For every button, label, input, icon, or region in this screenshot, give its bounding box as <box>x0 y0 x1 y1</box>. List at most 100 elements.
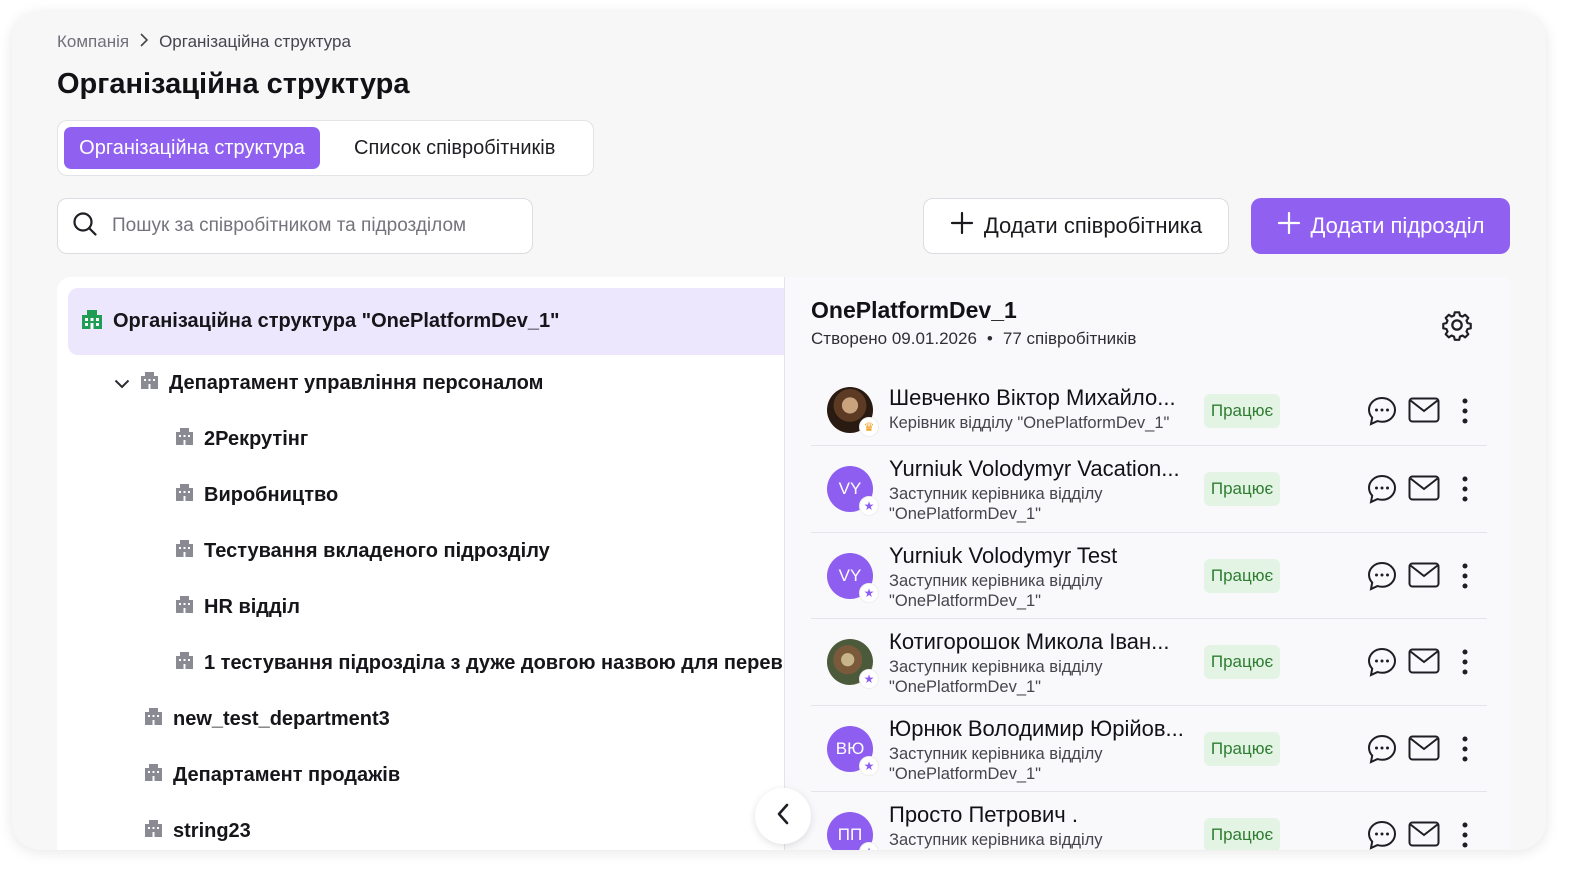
breadcrumb-parent[interactable]: Компанія <box>57 32 129 52</box>
tree-item[interactable]: Департамент управління персоналом <box>114 363 543 403</box>
avatar: ПП ★ <box>827 812 879 850</box>
tree-item-label: Департамент управління персоналом <box>169 371 544 394</box>
tab-employee-list[interactable]: Список співробітників <box>344 127 565 169</box>
more-vertical-icon[interactable] <box>1461 562 1469 595</box>
status-badge: Працює <box>1204 472 1280 506</box>
department-meta: Створено 09.01.2026 • 77 співробітників <box>811 329 1136 349</box>
org-tree-panel: Організаційна структура "OnePlatformDev_… <box>57 277 784 850</box>
avatar-initials: ВЮ <box>835 739 865 758</box>
add-employee-button[interactable]: Додати співробітника <box>923 198 1229 254</box>
tree-item[interactable]: new_test_department3 <box>144 699 390 739</box>
plus-icon <box>1277 211 1301 241</box>
employee-role: Заступник керівника відділу "OnePlatform… <box>889 831 1103 849</box>
employee-name[interactable]: Yurniuk Volodymyr Vacation... <box>889 456 1189 482</box>
search-input[interactable] <box>112 215 502 237</box>
avatar-initials: VY <box>838 479 862 498</box>
meta-separator: • <box>986 329 993 348</box>
employee-name[interactable]: Yurniuk Volodymyr Test <box>889 543 1189 569</box>
building-icon <box>175 483 194 507</box>
employee-row[interactable]: ВЮ ★ Юрнюк Володимир Юрійов... Заступник… <box>811 706 1487 792</box>
avatar: ВЮ ★ <box>827 726 879 776</box>
building-icon <box>144 819 163 843</box>
chat-icon[interactable] <box>1366 733 1398 770</box>
employee-row[interactable]: ПП ★ Просто Петрович . Заступник керівни… <box>811 792 1487 850</box>
star-icon: ★ <box>859 583 879 603</box>
mail-icon[interactable] <box>1408 735 1440 766</box>
tree-root-item[interactable]: Організаційна структура "OnePlatformDev_… <box>68 288 784 355</box>
mail-icon[interactable] <box>1408 397 1440 428</box>
star-icon: ★ <box>859 496 879 516</box>
tree-item[interactable]: Департамент продажів <box>144 755 400 795</box>
more-vertical-icon[interactable] <box>1461 735 1469 768</box>
chat-icon[interactable] <box>1366 473 1398 510</box>
building-icon <box>175 595 194 619</box>
chat-icon[interactable] <box>1366 560 1398 597</box>
tree-item[interactable]: string23 <box>144 811 251 850</box>
department-title: OnePlatformDev_1 <box>811 297 1017 323</box>
add-department-button[interactable]: Додати підрозділ <box>1251 198 1510 254</box>
search-box <box>57 198 533 254</box>
tree-item-label: 1 тестування підрозділа з дуже довгою на… <box>204 651 784 674</box>
tree-item-label: Виробництво <box>204 483 339 506</box>
building-icon <box>175 651 194 675</box>
employee-row[interactable]: ♛ Шевченко Віктор Михайло... Керівник ві… <box>811 375 1487 446</box>
employee-row[interactable]: VY ★ Yurniuk Volodymyr Test Заступник ке… <box>811 533 1487 619</box>
employee-row[interactable]: ★ Котигорошок Микола Іван... Заступник к… <box>811 619 1487 706</box>
more-vertical-icon[interactable] <box>1461 475 1469 508</box>
mail-icon[interactable] <box>1408 475 1440 506</box>
more-vertical-icon[interactable] <box>1461 821 1469 850</box>
mail-icon[interactable] <box>1408 648 1440 679</box>
employee-name[interactable]: Просто Петрович . <box>889 802 1189 828</box>
employee-row[interactable]: VY ★ Yurniuk Volodymyr Vacation... Засту… <box>811 446 1487 533</box>
building-icon <box>144 763 163 787</box>
employee-name[interactable]: Шевченко Віктор Михайло... <box>889 385 1189 411</box>
chevron-left-icon <box>776 803 790 830</box>
gear-icon[interactable] <box>1441 309 1473 346</box>
add-employee-label: Додати співробітника <box>983 213 1203 238</box>
employee-role: Заступник керівника відділу "OnePlatform… <box>889 572 1103 610</box>
main-card: Компанія Організаційна структура Організ… <box>12 12 1546 850</box>
tree-item[interactable]: Виробництво <box>175 475 338 515</box>
status-badge: Працює <box>1204 645 1280 679</box>
employee-role: Заступник керівника відділу "OnePlatform… <box>889 658 1103 696</box>
mail-icon[interactable] <box>1408 821 1440 850</box>
employee-role: Заступник керівника відділу "OnePlatform… <box>889 485 1103 523</box>
building-icon <box>140 371 159 395</box>
tree-item[interactable]: Тестування вкладеного підрозділу <box>175 531 550 571</box>
chat-icon[interactable] <box>1366 395 1398 432</box>
crown-icon: ♛ <box>859 417 879 437</box>
building-icon <box>175 427 194 451</box>
tree-item[interactable]: 1 тестування підрозділа з дуже довгою на… <box>175 643 784 683</box>
avatar-initials: ПП <box>837 825 863 844</box>
tree-item-label: Департамент продажів <box>173 763 401 786</box>
more-vertical-icon[interactable] <box>1461 648 1469 681</box>
status-badge: Працює <box>1204 559 1280 593</box>
created-date: Створено 09.01.2026 <box>811 329 977 348</box>
add-department-label: Додати підрозділ <box>1310 213 1485 238</box>
tree-root-label: Організаційна структура "OnePlatformDev_… <box>113 310 560 332</box>
employee-name[interactable]: Юрнюк Володимир Юрійов... <box>889 716 1189 742</box>
tab-org-structure[interactable]: Організаційна структура <box>64 127 320 169</box>
chat-icon[interactable] <box>1366 646 1398 683</box>
more-vertical-icon[interactable] <box>1461 397 1469 430</box>
breadcrumb-current: Організаційна структура <box>159 32 351 51</box>
collapse-panel-button[interactable] <box>755 788 811 844</box>
department-details-panel: OnePlatformDev_1 Створено 09.01.2026 • 7… <box>784 277 1510 850</box>
employee-role: Заступник керівника відділу "OnePlatform… <box>889 745 1103 783</box>
star-icon: ★ <box>859 669 879 689</box>
tree-item-label: 2Рекрутінг <box>204 427 309 450</box>
chevron-down-icon[interactable] <box>114 372 130 395</box>
avatar: VY ★ <box>827 553 879 603</box>
avatar: ★ <box>827 639 879 689</box>
mail-icon[interactable] <box>1408 562 1440 593</box>
employees-count: 77 співробітників <box>1002 329 1137 348</box>
breadcrumb: Компанія Організаційна структура <box>57 32 351 52</box>
employee-name[interactable]: Котигорошок Микола Іван... <box>889 629 1189 655</box>
status-badge: Працює <box>1204 818 1280 850</box>
chat-icon[interactable] <box>1366 819 1398 850</box>
avatar-initials: VY <box>838 566 862 585</box>
tree-item[interactable]: 2Рекрутінг <box>175 419 308 459</box>
tree-item-label: HR відділ <box>204 595 300 618</box>
plus-icon <box>950 211 974 241</box>
tree-item[interactable]: HR відділ <box>175 587 300 627</box>
